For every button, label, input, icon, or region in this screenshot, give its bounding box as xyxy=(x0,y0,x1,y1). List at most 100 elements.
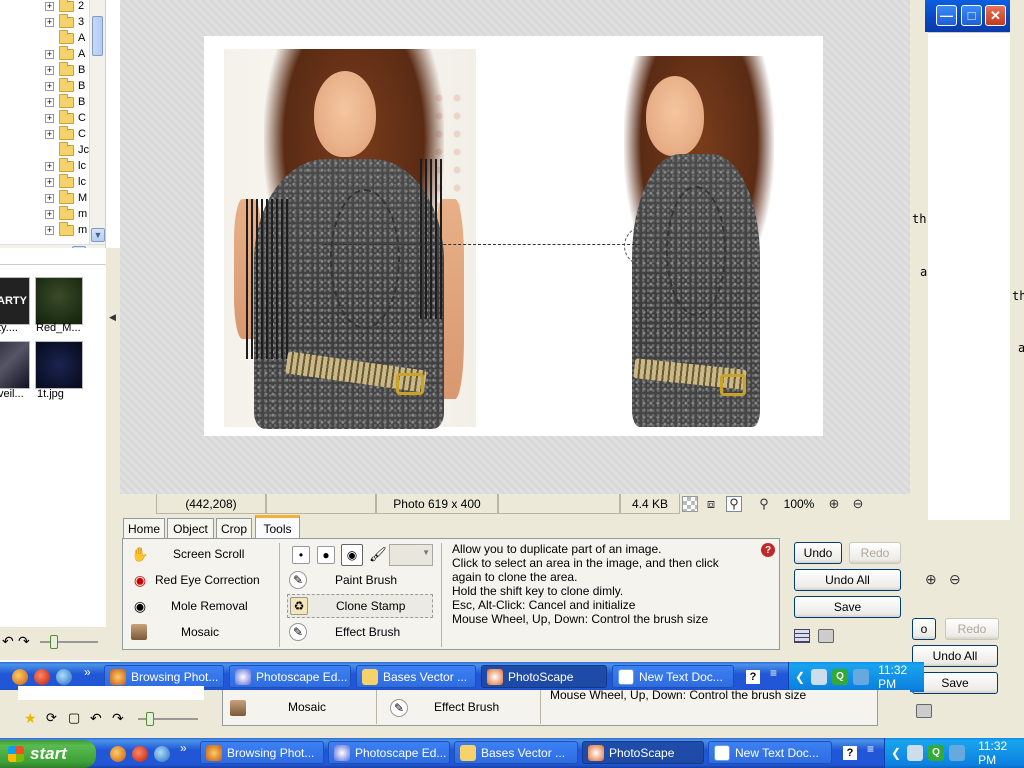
printer-icon[interactable] xyxy=(818,629,834,643)
tray-collapse-icon[interactable]: ❮ xyxy=(891,746,901,760)
zoom-magnifier-icon[interactable]: ⚲ xyxy=(756,496,772,512)
tree-vertical-scrollbar[interactable]: ▼ xyxy=(89,0,105,244)
taskbar-item[interactable]: PhotoScape xyxy=(481,665,607,688)
tool-clone-stamp[interactable]: ♻ Clone Stamp xyxy=(287,594,433,618)
tray-collapse-icon[interactable]: ❮ xyxy=(795,670,805,684)
zoom-out-icon[interactable]: ⊖ xyxy=(850,496,866,512)
close-icon[interactable]: ✕ xyxy=(985,5,1006,26)
expand-icon[interactable]: + xyxy=(45,225,54,235)
tool-mole-removal[interactable]: ◉ Mole Removal xyxy=(131,595,277,617)
tool-screen-scroll[interactable]: ✋ Screen Scroll xyxy=(131,543,277,565)
scroll-thumb[interactable] xyxy=(92,16,103,56)
tree-item[interactable]: + lc xyxy=(0,157,86,174)
color-dropdown[interactable]: ▼ xyxy=(389,544,433,566)
tree-item[interactable]: + C xyxy=(0,109,86,126)
color-picker-icon[interactable]: 🖌 xyxy=(369,546,387,563)
actual-size-icon[interactable]: ⚲ xyxy=(726,496,742,512)
mosaic-icon[interactable] xyxy=(230,700,246,716)
expand-icon[interactable]: + xyxy=(45,81,54,91)
thumbnail-image[interactable] xyxy=(35,277,83,325)
tab-object[interactable]: Object xyxy=(167,518,214,539)
tree-item[interactable]: + m xyxy=(0,221,87,238)
thumbnail-caption[interactable]: ty.... xyxy=(0,322,18,334)
firefox-icon[interactable] xyxy=(110,746,126,762)
taskbar-item[interactable]: New Text Doc... xyxy=(612,665,734,688)
taskbar-item[interactable]: Bases Vector ... xyxy=(454,741,578,764)
slider-handle[interactable] xyxy=(146,712,154,726)
folder-tree[interactable]: +2 +3 A + A + B + B + B + C + C Jc + lc + lc + M … xyxy=(0,0,106,248)
tool-effect-brush[interactable]: ✎ Effect Brush xyxy=(289,621,433,643)
taskbar-item[interactable]: Browsing Phot... xyxy=(104,665,224,688)
network-icon[interactable] xyxy=(811,669,828,685)
original-photo-area[interactable] xyxy=(224,49,476,429)
printer-icon[interactable] xyxy=(916,704,932,718)
expand-icon[interactable]: + xyxy=(45,129,54,139)
expand-icon[interactable]: + xyxy=(45,193,54,203)
tree-horizontal-scrollbar[interactable]: ▶ xyxy=(0,244,105,248)
tool-paint-brush[interactable]: ✎ Paint Brush xyxy=(289,569,433,591)
expand-icon[interactable]: + xyxy=(45,113,54,123)
expand-icon[interactable]: + xyxy=(45,17,54,27)
expand-icon[interactable]: + xyxy=(45,49,54,59)
taskbar-item[interactable]: Photoscape Ed... xyxy=(229,665,351,688)
back-arrow-icon[interactable]: ↶ xyxy=(2,633,14,650)
tree-item[interactable]: A xyxy=(0,29,85,46)
thumbnail-caption[interactable]: 1t.jpg xyxy=(37,388,64,400)
panel-splitter[interactable]: ◀ xyxy=(106,248,120,648)
thumbnail-caption[interactable]: Red_M... xyxy=(36,322,81,334)
expand-icon[interactable]: + xyxy=(45,97,54,107)
tree-item[interactable]: + m xyxy=(0,205,87,222)
tree-item[interactable]: + B xyxy=(0,61,85,78)
tab-crop[interactable]: Crop xyxy=(216,518,252,539)
forward-arrow-icon[interactable]: ↷ xyxy=(112,710,124,727)
taskbar-item[interactable]: PhotoScape xyxy=(582,741,704,764)
zoom-out-icon[interactable]: ⊖ xyxy=(949,571,961,588)
zoom-in-icon[interactable]: ⊕ xyxy=(826,496,842,512)
tree-item[interactable]: + lc xyxy=(0,173,86,190)
thumbnail-image[interactable]: ARTY xyxy=(0,277,30,325)
firefox-icon[interactable] xyxy=(12,669,28,685)
bg-redo-button[interactable]: Redo xyxy=(945,618,999,640)
help-icon[interactable]: ? xyxy=(761,543,775,557)
scroll-right-icon[interactable]: ▶ xyxy=(72,246,86,248)
brush-small-icon[interactable]: • xyxy=(292,546,310,564)
start-button[interactable]: start xyxy=(0,740,96,768)
maximize-icon[interactable]: □ xyxy=(961,5,982,26)
tab-home[interactable]: Home xyxy=(123,518,165,539)
help-icon[interactable]: ? xyxy=(746,670,760,684)
transparency-grid-icon[interactable] xyxy=(682,496,698,512)
browser-icon[interactable] xyxy=(154,746,170,762)
expand-icon[interactable]: + xyxy=(45,65,54,75)
fit-screen-icon[interactable]: ⧈ xyxy=(703,496,719,512)
minimize-icon[interactable]: — xyxy=(936,5,957,26)
expand-icon[interactable]: + xyxy=(45,209,54,219)
tree-item[interactable]: + C xyxy=(0,125,86,142)
brush-large-icon[interactable]: ◉ xyxy=(341,544,363,566)
scroll-down-icon[interactable]: ▼ xyxy=(91,228,105,242)
help-icon[interactable]: ? xyxy=(843,746,857,760)
q-icon[interactable]: Q xyxy=(832,669,849,685)
effect-brush-icon[interactable]: ✎ xyxy=(390,699,408,717)
thumbnail-image[interactable] xyxy=(35,341,83,389)
tray-app-icon[interactable] xyxy=(949,745,966,761)
undo-all-button[interactable]: Undo All xyxy=(794,569,901,591)
tab-tools[interactable]: Tools xyxy=(255,515,300,540)
expand-icon[interactable]: + xyxy=(45,161,54,171)
save-button[interactable]: Save xyxy=(794,596,901,618)
back-arrow-icon[interactable]: ↶ xyxy=(90,710,102,727)
opera-icon[interactable] xyxy=(34,669,50,685)
tree-item[interactable]: +3 xyxy=(0,13,84,30)
tree-item[interactable]: + B xyxy=(0,77,85,94)
rotate-icon[interactable]: ⟳ xyxy=(46,710,57,726)
undo-button[interactable]: Undo xyxy=(794,542,842,564)
zoom-in-icon[interactable]: ⊕ xyxy=(925,571,937,588)
opera-icon[interactable] xyxy=(132,746,148,762)
bg-undo-button[interactable]: o xyxy=(912,618,936,640)
taskbar-item[interactable]: New Text Doc... xyxy=(708,741,832,764)
taskbar-item[interactable]: Photoscape Ed... xyxy=(328,741,450,764)
collapse-arrow-icon[interactable]: ◀ xyxy=(109,312,116,323)
q-icon[interactable]: Q xyxy=(928,745,945,761)
thumb-size-slider[interactable] xyxy=(40,641,98,643)
star-icon[interactable]: ★ xyxy=(24,710,37,727)
browser-icon[interactable] xyxy=(56,669,72,685)
